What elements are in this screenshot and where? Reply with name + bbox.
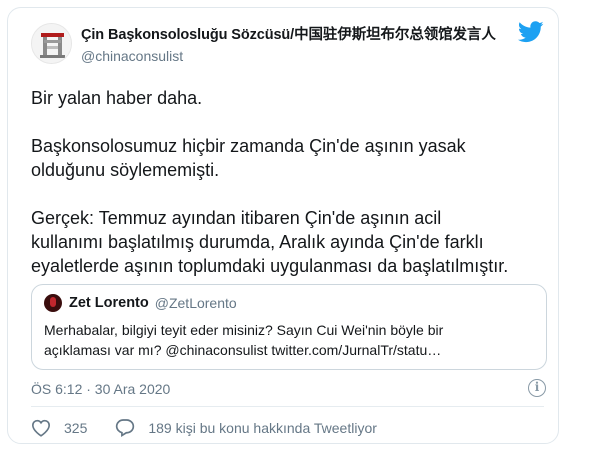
quoted-text-line: Merhabalar, bilgiyi teyit eder misiniz? … [44, 322, 444, 338]
author-name[interactable]: Çin Başkonsolosluğu Sözcüsü/中国驻伊斯坦布尔总领馆发… [81, 23, 496, 44]
quoted-tweet[interactable]: Zet Lorento @ZetLorento Merhabalar, bilg… [31, 284, 547, 370]
info-icon[interactable]: i [528, 379, 546, 397]
heart-icon [31, 419, 51, 437]
reply-bubble-icon [116, 419, 135, 437]
author-handle[interactable]: @chinaconsulist [81, 48, 496, 64]
quoted-author-handle: @ZetLorento [154, 295, 237, 311]
tweet-line: eyaletlerde aşının toplumdaki uygulanmas… [31, 256, 509, 276]
reply-discussion-text: 189 kişi bu konu hakkında Tweetliyor [148, 419, 377, 436]
divider [31, 406, 544, 407]
like-count: 325 [64, 419, 88, 436]
tweet-header: Çin Başkonsolosluğu Sözcüsü/中国驻伊斯坦布尔总领馆发… [31, 21, 544, 65]
tweet-line: Başkonsolosumuz hiçbir zamanda Çin'de aş… [31, 136, 466, 156]
tweet-actions: 325 189 kişi bu konu hakkında Tweetliyor [31, 418, 405, 437]
quoted-header: Zet Lorento @ZetLorento [44, 294, 237, 312]
tweet-line: kullanımı başlatılmış durumda, Aralık ay… [31, 232, 484, 252]
quoted-avatar [44, 294, 62, 312]
tweet-line: olduğunu söylememişti. [31, 160, 220, 180]
tweet-card[interactable]: Çin Başkonsolosluğu Sözcüsü/中国驻伊斯坦布尔总领馆发… [7, 7, 559, 444]
author-avatar[interactable] [31, 23, 72, 64]
author-block[interactable]: Çin Başkonsolosluğu Sözcüsü/中国驻伊斯坦布尔总领馆发… [81, 23, 496, 64]
tweet-timestamp[interactable]: ÖS 6:12 · 30 Ara 2020 [31, 381, 170, 397]
tweet-text: Bir yalan haber daha. Başkonsolosumuz hi… [31, 86, 551, 278]
like-button[interactable]: 325 [31, 419, 87, 437]
tweet-line: Gerçek: Temmuz ayından itibaren Çin'de a… [31, 208, 442, 228]
quoted-text: Merhabalar, bilgiyi teyit eder misiniz? … [44, 320, 534, 360]
twitter-bird-icon[interactable] [518, 21, 544, 43]
quoted-author-name: Zet Lorento [69, 295, 149, 311]
reply-discussion-link[interactable]: 189 kişi bu konu hakkında Tweetliyor [115, 418, 377, 437]
quoted-text-line: açıklaması var mı? @chinaconsulist twitt… [44, 342, 442, 358]
tweet-line: Bir yalan haber daha. [31, 88, 203, 108]
